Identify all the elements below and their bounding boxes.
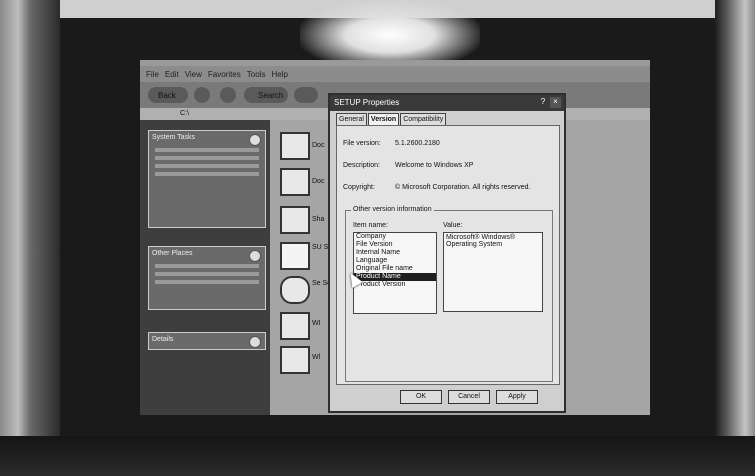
description-label: Description:	[343, 162, 380, 169]
photo-border-bottom	[0, 436, 755, 476]
forward-button[interactable]	[194, 87, 210, 103]
photo-border-right	[715, 0, 755, 476]
help-icon[interactable]: ?	[538, 97, 548, 108]
task-panel-details: Details	[148, 332, 266, 350]
folder-icon[interactable]	[280, 132, 310, 160]
task-panel-places: Other Places	[148, 246, 266, 310]
close-icon[interactable]: ×	[550, 97, 561, 108]
version-panel: File version: 5.1.2600.2180 Description:…	[336, 125, 560, 385]
task-link[interactable]	[155, 156, 259, 160]
menu-favorites[interactable]: Favorites	[208, 70, 241, 79]
task-panel-title[interactable]: Details	[149, 333, 265, 346]
document-icon[interactable]	[280, 346, 310, 374]
menu-help[interactable]: Help	[271, 70, 287, 79]
list-item[interactable]: Original File name	[354, 265, 436, 273]
file-label[interactable]: Doc	[312, 142, 324, 149]
ok-button[interactable]: OK	[400, 390, 442, 404]
list-item[interactable]: File Version	[354, 241, 436, 249]
properties-dialog: SETUP Properties ? × General Version Com…	[328, 93, 566, 413]
task-panel-title[interactable]: Other Places	[149, 247, 265, 260]
list-item[interactable]: Product Version	[354, 281, 436, 289]
list-item[interactable]: Company	[354, 233, 436, 241]
task-panel-system: System Tasks	[148, 130, 266, 228]
list-item[interactable]: Language	[354, 257, 436, 265]
copyright-value: © Microsoft Corporation. All rights rese…	[395, 184, 531, 191]
photo-border-left	[0, 0, 60, 476]
list-item[interactable]: Internal Name	[354, 249, 436, 257]
collapse-icon[interactable]	[249, 134, 261, 146]
dialog-tabs: General Version Compatibility	[336, 113, 447, 126]
task-link[interactable]	[155, 164, 259, 168]
file-label[interactable]: Sha	[312, 216, 324, 223]
list-item-selected[interactable]: Product Name	[354, 273, 436, 281]
description-value: Welcome to Windows XP	[395, 162, 474, 169]
cancel-button[interactable]: Cancel	[448, 390, 490, 404]
file-version-value: 5.1.2600.2180	[395, 140, 440, 147]
settings-icon[interactable]	[280, 276, 310, 304]
file-label[interactable]: Wl	[312, 354, 320, 361]
file-label[interactable]: WI	[312, 320, 321, 327]
task-link[interactable]	[155, 280, 259, 284]
value-box[interactable]: Microsoft® Windows® Operating System	[443, 232, 543, 312]
item-name-list[interactable]: Company File Version Internal Name Langu…	[353, 232, 437, 314]
folder-icon[interactable]	[280, 168, 310, 196]
menu-edit[interactable]: Edit	[165, 70, 179, 79]
task-panel-title[interactable]: System Tasks	[149, 131, 265, 144]
other-info-title: Other version information	[351, 206, 434, 213]
setup-icon[interactable]	[280, 242, 310, 270]
up-folder-button[interactable]	[220, 87, 236, 103]
task-link[interactable]	[155, 148, 259, 152]
folder-icon[interactable]	[280, 206, 310, 234]
document-icon[interactable]	[280, 312, 310, 340]
file-label[interactable]: Doc	[312, 178, 324, 185]
copyright-label: Copyright:	[343, 184, 375, 191]
dialog-title: SETUP Properties	[334, 98, 400, 107]
search-label: Search	[258, 91, 284, 100]
task-pane: System Tasks Other Places Details	[140, 120, 270, 415]
address-value: C:\	[180, 110, 189, 117]
dialog-title-bar[interactable]: SETUP Properties ? ×	[330, 95, 564, 111]
item-name-label: Item name:	[353, 222, 389, 229]
task-link[interactable]	[155, 172, 259, 176]
folders-button[interactable]	[294, 87, 318, 103]
menu-tools[interactable]: Tools	[247, 70, 266, 79]
task-link[interactable]	[155, 272, 259, 276]
menu-bar: File Edit View Favorites Tools Help	[140, 66, 650, 82]
file-version-label: File version:	[343, 140, 381, 147]
menu-file[interactable]: File	[146, 70, 159, 79]
value-label: Value:	[443, 222, 463, 229]
menu-view[interactable]: View	[185, 70, 202, 79]
expand-icon[interactable]	[249, 336, 261, 348]
collapse-icon[interactable]	[249, 250, 261, 262]
back-label: Back	[158, 91, 176, 100]
apply-button[interactable]: Apply	[496, 390, 538, 404]
task-link[interactable]	[155, 264, 259, 268]
